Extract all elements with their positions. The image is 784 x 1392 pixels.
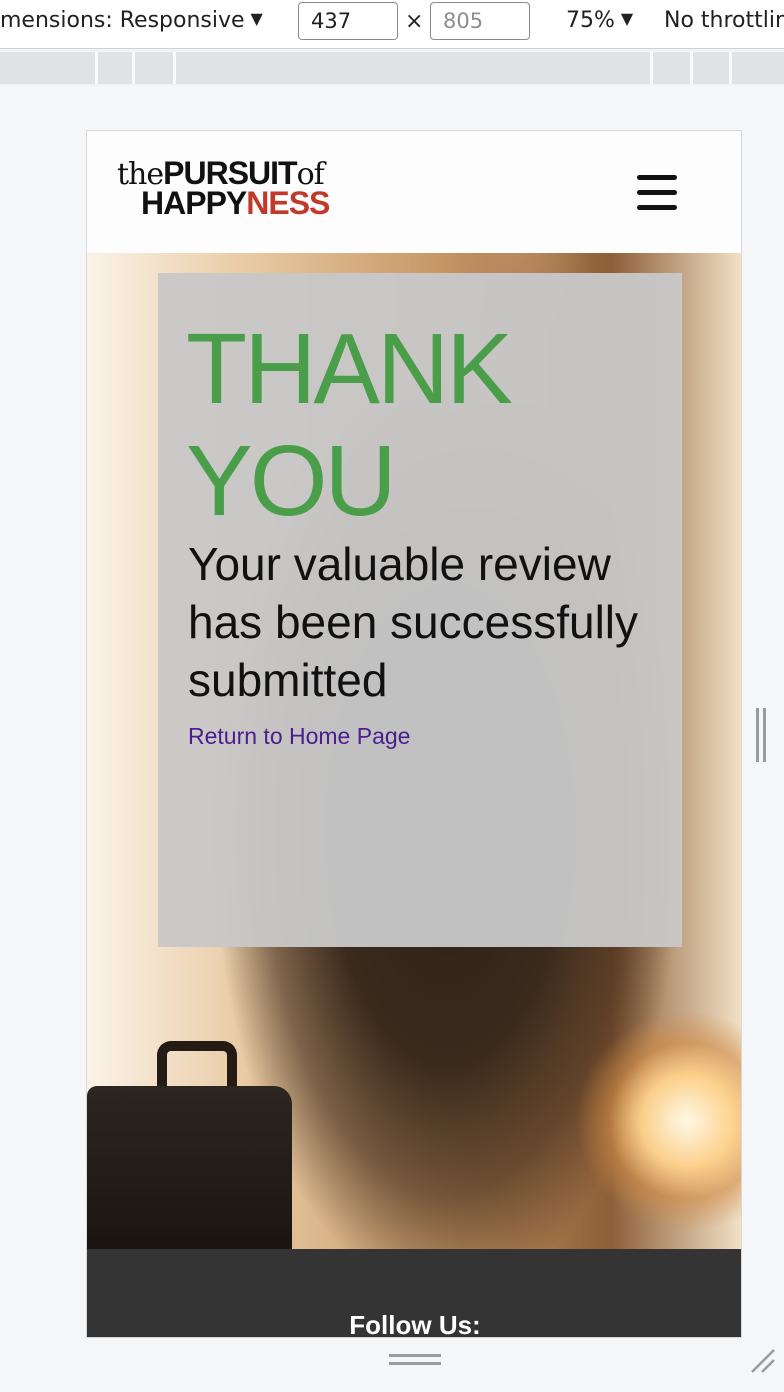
throttling-dropdown[interactable]: No throttlin: [664, 8, 784, 33]
device-dimensions-label: mensions: Responsive: [0, 8, 245, 33]
site-footer: Follow Us:: [87, 1249, 741, 1338]
media-query-divider: [95, 52, 98, 84]
times-symbol: ×: [405, 9, 424, 34]
media-query-divider: [650, 52, 653, 84]
thank-you-card: THANK YOU Your valuable review has been …: [158, 273, 682, 947]
devtools-toolbar: mensions: Responsive ▼ × 75% ▼ No throttli…: [0, 0, 784, 49]
media-query-bar[interactable]: [0, 52, 784, 84]
media-query-divider: [690, 52, 693, 84]
media-query-divider: [729, 52, 732, 84]
viewport-resize-handle-right[interactable]: [756, 708, 768, 762]
emulated-viewport: thePURSUITof HAPPYNESS THANK YOU Your va…: [86, 130, 742, 1338]
resize-corner-icon[interactable]: [748, 1346, 776, 1374]
zoom-dropdown[interactable]: 75% ▼: [566, 8, 633, 33]
media-query-divider: [173, 52, 176, 84]
viewport-resize-handle-bottom[interactable]: [389, 1354, 441, 1366]
thank-you-message: Your valuable review has been successful…: [188, 538, 639, 706]
viewport-height-input[interactable]: [430, 2, 530, 40]
throttling-label: No throttlin: [664, 8, 784, 33]
device-dimensions-dropdown[interactable]: mensions: Responsive ▼: [0, 8, 263, 33]
logo-ness: NESS: [246, 185, 330, 221]
follow-us-heading: Follow Us:: [349, 1310, 481, 1338]
chevron-down-icon: ▼: [250, 9, 263, 28]
zoom-label: 75%: [566, 8, 615, 33]
chevron-down-icon: ▼: [620, 9, 634, 28]
return-home-link[interactable]: Return to Home Page: [188, 723, 410, 750]
hamburger-menu-icon[interactable]: [637, 175, 677, 211]
logo-line-2: HAPPYNESS: [141, 185, 330, 221]
thank-you-title: THANK YOU: [186, 313, 513, 537]
site-logo[interactable]: thePURSUITof HAPPYNESS: [117, 157, 330, 221]
media-query-divider: [132, 52, 135, 84]
logo-happy: HAPPY: [141, 185, 247, 221]
briefcase-shape: [87, 1086, 292, 1251]
site-header: thePURSUITof HAPPYNESS: [87, 131, 741, 253]
viewport-width-input[interactable]: [298, 2, 398, 40]
